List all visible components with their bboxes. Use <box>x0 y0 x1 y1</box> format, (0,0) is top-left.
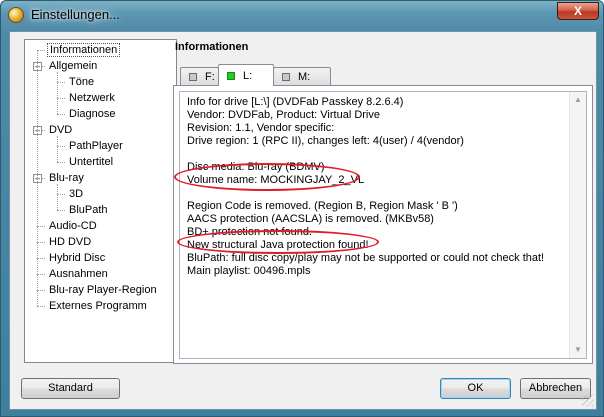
tree-connector <box>57 162 65 163</box>
tree-item-label: Diagnose <box>69 108 116 120</box>
tree-connector <box>37 274 45 275</box>
tree-item[interactable]: HD DVD <box>47 234 93 250</box>
ok-button[interactable]: OK <box>440 378 511 399</box>
tree-item-label: HD DVD <box>49 236 92 248</box>
info-line: Main playlist: 00496.mpls <box>187 265 311 277</box>
tab-label: L: <box>243 70 253 82</box>
tree-connector <box>37 226 45 227</box>
tab-drive-l[interactable]: L: <box>218 64 274 86</box>
tree-item[interactable]: DVD <box>47 122 74 138</box>
settings-tree[interactable]: Informationen Allgemein – Töne Netzwerk Diagn… <box>24 39 177 363</box>
tree-item-label: Töne <box>69 76 95 88</box>
drive-info-textbox[interactable]: ▲ ▼ Info for drive [L:\] (DVDFab Passkey… <box>179 91 587 359</box>
tree-connector <box>37 50 45 51</box>
tree-item[interactable]: Informationen <box>47 42 121 58</box>
tree-item[interactable]: BluPath <box>67 202 110 218</box>
tree-item-label: 3D <box>69 188 84 200</box>
tree-item-label: Blu-ray Player-Region <box>49 284 157 296</box>
vertical-scrollbar[interactable]: ▲ ▼ <box>569 92 586 358</box>
tree-connector <box>37 242 45 243</box>
tree-item-label: Externes Programm <box>49 300 147 312</box>
cancel-button[interactable]: Abbrechen <box>520 378 591 399</box>
tree-connector <box>57 114 65 115</box>
tree-item-label: Hybrid Disc <box>49 252 106 264</box>
drive-status-icon <box>189 73 197 81</box>
drive-status-icon <box>282 73 290 81</box>
tree-item-label: BluPath <box>69 204 108 216</box>
tree-guide <box>37 50 38 306</box>
close-button[interactable]: X <box>557 2 599 20</box>
drive-status-icon <box>227 72 235 80</box>
tree-item-label: PathPlayer <box>69 140 123 152</box>
tree-connector <box>57 210 65 211</box>
info-line: Drive region: 1 (RPC II), changes left: … <box>187 135 464 147</box>
tree-item[interactable]: Netzwerk <box>67 90 117 106</box>
settings-window: Einstellungen... X Informationen Allgemei… <box>0 0 604 417</box>
info-line: Disc media: Blu-ray (BDMV) <box>187 161 325 173</box>
info-line: BluPath: full disc copy/play may not be … <box>187 252 545 264</box>
tree-item[interactable]: Untertitel <box>67 154 115 170</box>
tree-connector <box>57 194 65 195</box>
tree-item-label: Audio-CD <box>49 220 97 232</box>
dialog-client-area: Informationen Allgemein – Töne Netzwerk Diagn… <box>9 31 597 410</box>
tree-item-label: Informationen <box>47 43 121 57</box>
tab-label: F: <box>205 71 215 83</box>
app-icon <box>8 7 24 23</box>
tree-guide <box>57 136 58 162</box>
scroll-down-icon[interactable]: ▼ <box>570 342 586 358</box>
tree-item-label: DVD <box>49 124 73 136</box>
tree-guide <box>57 72 58 114</box>
tree-item[interactable]: Blu-ray <box>47 170 86 186</box>
tree-connector <box>37 258 45 259</box>
tree-item[interactable]: Blu-ray Player-Region <box>47 282 159 298</box>
tree-connector <box>37 306 45 307</box>
tree-item-label: Untertitel <box>69 156 114 168</box>
info-line: Revision: 1.1, Vendor specific: <box>187 122 335 134</box>
tab-label: M: <box>298 71 311 83</box>
info-line: Region Code is removed. (Region B, Regio… <box>187 200 458 212</box>
info-line: Vendor: DVDFab, Product: Virtual Drive <box>187 109 380 121</box>
tree-item-label: Allgemein <box>49 60 98 72</box>
tree-item[interactable]: Töne <box>67 74 96 90</box>
tree-item[interactable]: Hybrid Disc <box>47 250 107 266</box>
tab-panel: ▲ ▼ Info for drive [L:\] (DVDFab Passkey… <box>173 85 593 364</box>
standard-button[interactable]: Standard <box>21 378 120 399</box>
info-line: BD+ protection not found. <box>187 226 313 238</box>
panel-heading: Informationen <box>175 41 249 53</box>
tree-item[interactable]: Diagnose <box>67 106 117 122</box>
tree-item[interactable]: PathPlayer <box>67 138 125 154</box>
tab-drive-m[interactable]: M: <box>273 67 331 86</box>
info-line: Info for drive [L:\] (DVDFab Passkey 8.2… <box>187 96 404 108</box>
info-line: AACS protection (AACSLA) is removed. (MK… <box>187 213 434 225</box>
tree-item-label: Ausnahmen <box>49 268 108 280</box>
tree-item-label: Blu-ray <box>49 172 84 184</box>
tree-item[interactable]: Externes Programm <box>47 298 149 314</box>
tree-connector <box>57 146 65 147</box>
info-line: New structural Java protection found! <box>187 239 369 251</box>
tree-connector <box>57 98 65 99</box>
scroll-up-icon[interactable]: ▲ <box>570 92 586 108</box>
tree-item[interactable]: Audio-CD <box>47 218 99 234</box>
info-line: Volume name: MOCKINGJAY_2_VL <box>187 174 365 186</box>
tree-item[interactable]: Allgemein <box>47 58 99 74</box>
title-bar[interactable]: Einstellungen... X <box>1 1 603 31</box>
close-icon: X <box>573 4 582 18</box>
tree-item-label: Netzwerk <box>69 92 115 104</box>
tree-connector <box>37 290 45 291</box>
tree-connector <box>57 82 65 83</box>
tab-drive-f[interactable]: F: <box>180 67 219 86</box>
window-title: Einstellungen... <box>31 7 120 22</box>
resize-grip-icon[interactable] <box>582 395 594 407</box>
tree-guide <box>57 184 58 210</box>
tree-item[interactable]: Ausnahmen <box>47 266 110 282</box>
tree-item[interactable]: 3D <box>67 186 85 202</box>
